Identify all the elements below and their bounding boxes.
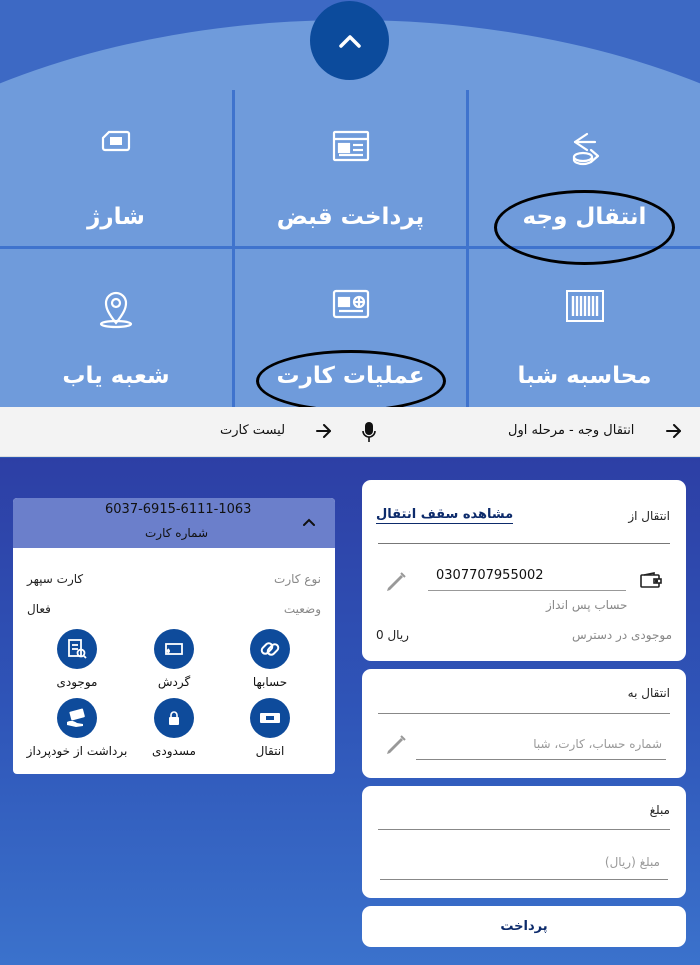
amount-label: مبلغ [649,803,670,817]
sim-card-icon [101,130,131,152]
tile-label: محاسبه شبا [517,363,652,389]
transfer-step-title: انتقال وجه - مرحله اول [508,423,635,438]
from-account-number[interactable]: 0307707955002 [436,568,544,583]
field-underline [428,590,626,591]
location-pin-icon [99,291,133,329]
card-status-label: وضعیت [283,602,321,616]
tile-label: شعبه یاب [62,363,170,389]
card-list-header: لیست کارت [0,407,348,457]
balance-label: موجودی در دسترس [571,628,672,642]
tile-sheba-calculator[interactable]: محاسبه شبا [469,249,700,407]
arrow-right-icon[interactable] [666,424,682,438]
tile-branch-finder[interactable]: شعبه یاب [0,249,232,407]
chevron-up-icon [338,34,361,48]
transfer-step-header: انتقال وجه - مرحله اول [348,407,700,457]
edit-pencil-icon[interactable] [384,570,408,594]
balance-icon [68,639,87,659]
transfer-to-label: انتقال به [627,686,670,700]
card-number-label: شماره کارت [145,526,209,540]
tile-label: پرداخت قبض [276,204,425,230]
amount-card: مبلغ مبلغ (ریال) [362,786,686,898]
bill-icon [332,130,369,162]
divider [378,543,670,544]
card-type-value: کارت سپهر [27,572,84,586]
pay-button[interactable]: پرداخت [362,906,686,947]
lock-icon [169,711,179,725]
main-menu-grid: انتقال وجه پرداخت قبض شارژ محاسبه شبا عم… [0,0,700,407]
card-details-header[interactable]: 6037-6915-6111-1063 شماره کارت [13,498,335,548]
field-underline [380,879,668,880]
transfer-icon [260,713,280,723]
from-account-type: حساب پس انداز [546,598,628,612]
bank-card-icon [332,289,369,319]
atm-withdraw-icon [67,708,85,727]
collapse-menu-button[interactable] [310,1,389,80]
card-number: 6037-6915-6111-1063 [105,502,252,517]
destination-input[interactable]: شماره حساب، کارت، شبا [533,737,662,751]
amount-input[interactable]: مبلغ (ریال) [605,855,660,869]
highlight-ellipse [256,350,446,407]
wallet-icon [640,572,662,588]
tile-label: شارژ [87,204,145,230]
transfer-from-label: انتقال از [628,509,670,523]
barcode-icon [565,290,604,322]
action-balance[interactable]: موجودی [17,629,137,689]
card-details-panel: 6037-6915-6111-1063 شماره کارت نوع کارت … [13,498,335,774]
pay-button-label: پرداخت [500,919,548,934]
balance-value: 0 ریال [376,628,409,642]
divider [378,829,670,830]
money-transfer-icon [572,132,599,166]
link-icon [260,642,280,656]
transactions-icon [165,643,183,655]
divider [378,713,670,714]
edit-pencil-icon[interactable] [384,733,408,757]
tile-bill-payment[interactable]: پرداخت قبض [235,90,466,246]
transfer-from-card: انتقال از مشاهده سقف انتقال 030770795500… [362,480,686,661]
tile-charge[interactable]: شارژ [0,90,232,246]
card-status-value: فعال [27,602,51,616]
view-transfer-limit-link[interactable]: مشاهده سقف انتقال [376,507,514,524]
action-atm-withdraw[interactable]: برداشت از خودپرداز [17,698,137,758]
card-type-label: نوع کارت [274,572,321,586]
arrow-right-icon[interactable] [316,424,332,438]
field-underline [416,759,666,760]
card-list-title: لیست کارت [220,423,286,438]
microphone-icon[interactable] [362,421,376,443]
chevron-up-icon[interactable] [303,518,315,527]
highlight-ellipse [494,190,675,265]
transfer-to-card: انتقال به شماره حساب، کارت، شبا [362,669,686,778]
